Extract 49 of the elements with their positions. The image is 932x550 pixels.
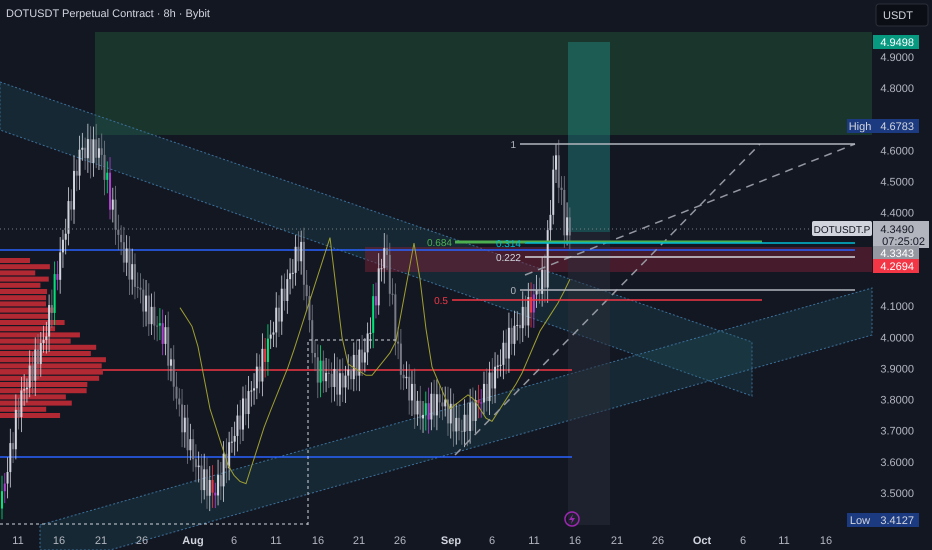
price-axis-label: 4.1000 (880, 301, 914, 314)
last-price-tag: 4.3490 07:25:02 (873, 221, 929, 248)
price-tag: 4.6783 (873, 119, 919, 133)
price-axis-label: 4.5000 (880, 176, 914, 189)
time-axis-label: 11 (528, 535, 540, 547)
price-axis-label: 3.6000 (880, 456, 914, 469)
chart-title: DOTUSDT Perpetual Contract · 8h · Bybit (6, 8, 210, 20)
lightning-icon (564, 511, 580, 527)
price-axis-label: 4.4000 (880, 208, 914, 220)
fib-level-label: 0.222 (496, 253, 521, 264)
price-axis-label: 3.5000 (880, 488, 914, 500)
time-axis-label: Oct (692, 535, 712, 547)
price-axis-label: 3.8000 (880, 394, 914, 407)
price-axis-label: 3.7000 (880, 426, 914, 438)
price-axis-label: 4.6000 (880, 145, 914, 158)
fib-level-label: 0.5 (434, 296, 448, 307)
price-axis-label: 4.0000 (880, 332, 914, 344)
time-axis-label: 16 (568, 535, 582, 547)
symbol-tag: DOTUSDT.P (812, 221, 872, 236)
fib-level-label: 1 (510, 140, 516, 151)
time-axis-label: 16 (820, 535, 832, 547)
fib-level-label: 0 (510, 286, 516, 297)
time-axis-label: 21 (94, 535, 108, 547)
price-tag-label: High (847, 119, 873, 133)
time-axis-label: 21 (610, 535, 624, 547)
time-axis-label: 11 (270, 535, 282, 547)
price-axis-label: 4.9000 (880, 52, 914, 64)
price-tag-label: Low (847, 513, 873, 527)
time-axis-label: 11 (778, 535, 790, 547)
time-axis-label: 16 (52, 535, 66, 547)
price-tag: 4.2694 (873, 259, 919, 273)
currency-button[interactable]: USDT (876, 4, 928, 26)
fib-level-label: 0.684 (426, 238, 452, 249)
time-axis-label: 6 (488, 535, 496, 547)
price-tag: 4.3343 (873, 246, 919, 260)
time-axis-label: 26 (136, 535, 148, 547)
time-axis-label: 26 (652, 535, 664, 547)
price-axis-label: 4.8000 (880, 83, 914, 96)
time-axis-label: 11 (12, 535, 24, 547)
price-axis-label: 3.9000 (880, 363, 914, 376)
time-axis-label: 6 (740, 535, 746, 547)
time-axis-label: Sep (440, 535, 462, 547)
time-axis-label: Aug (182, 535, 204, 547)
price-tag: 3.4127 (873, 513, 919, 527)
time-axis-label: 21 (352, 535, 366, 547)
price-tag: 4.9498 (873, 35, 919, 49)
time-axis-label: 16 (312, 535, 324, 547)
time-axis-label: 6 (230, 535, 238, 547)
time-axis-label: 26 (394, 535, 406, 547)
